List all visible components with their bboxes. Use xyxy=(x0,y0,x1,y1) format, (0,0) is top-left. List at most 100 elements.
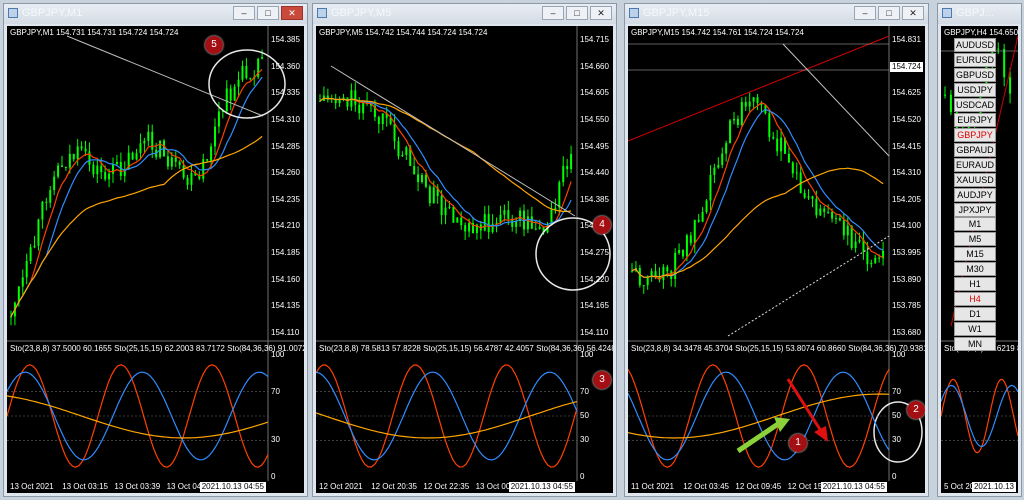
price-label: 154.185 xyxy=(271,248,300,258)
chart-area[interactable]: GBPJPY,M5 154.742 154.744 154.724 154.72… xyxy=(316,26,613,493)
candle-body xyxy=(96,165,99,175)
price-label: 154.625 xyxy=(892,88,921,98)
number-badge: 5 xyxy=(205,36,223,54)
candle-body xyxy=(721,153,724,165)
close-button[interactable]: ✕ xyxy=(590,6,612,20)
candle-body xyxy=(713,167,716,175)
candle-body xyxy=(393,123,396,142)
window-titlebar[interactable]: GBPJPY,M1 – □ ✕ xyxy=(4,4,307,24)
timeframe-button-m1[interactable]: M1 xyxy=(954,217,996,231)
candle-body xyxy=(725,143,728,154)
symbol-button-gbpusd[interactable]: GBPUSD xyxy=(954,68,996,82)
symbol-button-eurusd[interactable]: EURUSD xyxy=(954,53,996,67)
osc-level-label: 0 xyxy=(271,472,276,481)
candle-body xyxy=(827,211,830,213)
candle-body xyxy=(33,245,36,248)
price-label: 154.205 xyxy=(892,194,921,204)
osc-level-label: 100 xyxy=(271,350,285,359)
maximize-button[interactable]: □ xyxy=(257,6,279,20)
timeframe-button-d1[interactable]: D1 xyxy=(954,307,996,321)
timeframe-button-mn[interactable]: MN xyxy=(954,337,996,351)
chart-icon xyxy=(8,8,18,18)
stoch-slow-line xyxy=(7,395,269,439)
symbol-button-gbpaud[interactable]: GBPAUD xyxy=(954,143,996,157)
window-titlebar[interactable]: GBPJ... xyxy=(938,4,1021,24)
candle-body xyxy=(787,153,790,163)
candle-body xyxy=(878,257,881,259)
chart-svg xyxy=(316,26,613,481)
chart-area[interactable]: GBPJPY,M15 154.742 154.761 154.724 154.7… xyxy=(628,26,925,493)
candle-body xyxy=(377,116,380,125)
symbol-button-jpxjpy[interactable]: JPXJPY xyxy=(954,203,996,217)
trendline xyxy=(330,65,576,217)
window-titlebar[interactable]: GBPJPY,M15 – □ ✕ xyxy=(625,4,928,24)
candle-body xyxy=(662,266,665,280)
osc-level-label: 30 xyxy=(892,435,901,445)
chart-area[interactable]: GBPJPY,M1 154.731 154.731 154.724 154.72… xyxy=(7,26,304,493)
candle-body xyxy=(487,214,490,233)
candle-body xyxy=(811,196,814,199)
symbol-button-xauusd[interactable]: XAUUSD xyxy=(954,173,996,187)
candle-body xyxy=(558,182,561,208)
close-button[interactable]: ✕ xyxy=(902,6,924,20)
maximize-button[interactable]: □ xyxy=(566,6,588,20)
osc-level-label: 100 xyxy=(892,350,906,359)
candle-body xyxy=(646,277,649,286)
symbol-button-audusd[interactable]: AUDUSD xyxy=(954,38,996,52)
osc-level-label: 50 xyxy=(580,411,589,420)
chart-header: GBPJPY,H4 154.650 xyxy=(944,28,1018,37)
symbol-button-eurjpy[interactable]: EURJPY xyxy=(954,113,996,127)
timeframe-button-m5[interactable]: M5 xyxy=(954,232,996,246)
chart-icon xyxy=(629,8,639,18)
price-label: 154.310 xyxy=(271,114,300,124)
price-label: 154.110 xyxy=(580,328,609,337)
candle-body xyxy=(705,200,708,212)
time-label: 12 Oct 09:45 xyxy=(735,482,782,491)
chart-window-m1[interactable]: GBPJPY,M1 – □ ✕ GBPJPY,M1 154.731 154.73… xyxy=(3,3,308,497)
osc-level-label: 0 xyxy=(580,472,585,481)
maximize-button[interactable]: □ xyxy=(878,6,900,20)
timeframe-button-m15[interactable]: M15 xyxy=(954,247,996,261)
timeframe-button-h4[interactable]: H4 xyxy=(954,292,996,306)
candle-body xyxy=(566,166,569,170)
minimize-button[interactable]: – xyxy=(542,6,564,20)
price-label: 154.415 xyxy=(892,141,921,151)
time-cursor-box: 2021.10.13 04:55 xyxy=(508,482,575,492)
chart-svg xyxy=(628,26,925,481)
candle-body xyxy=(733,118,735,121)
timeframe-button-m30[interactable]: M30 xyxy=(954,262,996,276)
candle-body xyxy=(693,219,696,244)
symbol-button-usdjpy[interactable]: USDJPY xyxy=(954,83,996,97)
chart-window-m15[interactable]: GBPJPY,M15 – □ ✕ GBPJPY,M15 154.742 154.… xyxy=(624,3,929,497)
minimize-button[interactable]: – xyxy=(233,6,255,20)
window-titlebar[interactable]: GBPJPY,M5 – □ ✕ xyxy=(313,4,616,24)
candle-body xyxy=(261,57,264,59)
candle-body xyxy=(135,152,138,160)
candle-body xyxy=(949,94,952,113)
symbol-button-usdcad[interactable]: USDCAD xyxy=(954,98,996,112)
price-label: 154.100 xyxy=(892,221,921,231)
candle-body xyxy=(729,120,732,144)
symbol-button-audjpy[interactable]: AUDJPY xyxy=(954,188,996,202)
chart-window-m5[interactable]: GBPJPY,M5 – □ ✕ GBPJPY,M5 154.742 154.74… xyxy=(312,3,617,497)
price-label: 154.520 xyxy=(892,114,921,124)
candle-body xyxy=(448,206,451,208)
chart-area[interactable]: GBPJPY,H4 154.650Sto(23,8,8) 89.6219 895… xyxy=(941,26,1018,493)
minimize-button[interactable]: – xyxy=(854,6,876,20)
symbol-button-euraud[interactable]: EURAUD xyxy=(954,158,996,172)
timeframe-button-h1[interactable]: H1 xyxy=(954,277,996,291)
chart-window-h4[interactable]: GBPJ... GBPJPY,H4 154.650Sto(23,8,8) 89.… xyxy=(937,3,1022,497)
window-controls: – □ ✕ xyxy=(542,6,612,20)
osc-level-label: 70 xyxy=(271,386,280,396)
close-button[interactable]: ✕ xyxy=(281,6,303,20)
number-badge: 2 xyxy=(907,401,925,419)
candle-body xyxy=(210,146,213,161)
candle-body xyxy=(84,148,87,152)
candle-body xyxy=(440,195,443,216)
candle-body xyxy=(870,262,873,265)
timeframe-button-w1[interactable]: W1 xyxy=(954,322,996,336)
candle-body xyxy=(835,218,837,220)
ma-mid-line xyxy=(631,108,884,278)
candle-body xyxy=(503,210,506,215)
symbol-button-gbpjpy[interactable]: GBPJPY xyxy=(954,128,996,142)
